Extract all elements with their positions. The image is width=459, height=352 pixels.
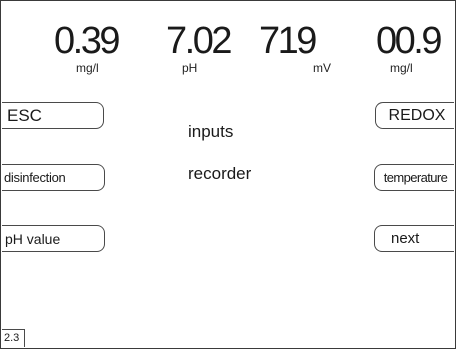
chlorine-value: 0.39 xyxy=(54,20,120,62)
disinfection-button[interactable]: disinfection xyxy=(2,164,105,191)
menu-item-recorder[interactable]: recorder xyxy=(188,164,251,184)
ph-unit: pH xyxy=(182,61,198,75)
menu-item-inputs[interactable]: inputs xyxy=(188,122,233,142)
temperature-button-label: temperature xyxy=(383,170,448,185)
disinfection-button-label: disinfection xyxy=(4,170,66,185)
esc-button[interactable]: ESC xyxy=(2,102,104,129)
next-button[interactable]: next xyxy=(374,225,454,252)
temperature-button[interactable]: temperature xyxy=(374,164,454,191)
ph-value-button-label: pH value xyxy=(5,230,61,247)
free-chlorine-value: 00.9 xyxy=(376,20,442,62)
ph-value-button[interactable]: pH value xyxy=(2,225,105,252)
ph-reading: 7.02 pH xyxy=(152,21,252,75)
chlorine-reading: 0.39 mg/l xyxy=(46,21,146,75)
controller-display: 0.39 mg/l 7.02 pH 719 mV 00.9 mg/l ESC d… xyxy=(0,0,456,349)
chlorine-unit: mg/l xyxy=(76,61,99,75)
free-chlorine-reading: 00.9 mg/l xyxy=(376,21,459,75)
redox-value: 719 xyxy=(259,20,317,62)
ph-value: 7.02 xyxy=(166,20,232,62)
redox-button[interactable]: REDOX xyxy=(375,102,454,129)
next-button-label: next xyxy=(391,230,420,247)
redox-reading: 719 mV xyxy=(253,21,353,75)
esc-button-label: ESC xyxy=(7,105,42,125)
redox-unit: mV xyxy=(313,61,331,75)
page-indicator: 2.3 xyxy=(2,329,25,347)
free-chlorine-unit: mg/l xyxy=(390,61,413,75)
redox-button-label: REDOX xyxy=(388,106,446,124)
